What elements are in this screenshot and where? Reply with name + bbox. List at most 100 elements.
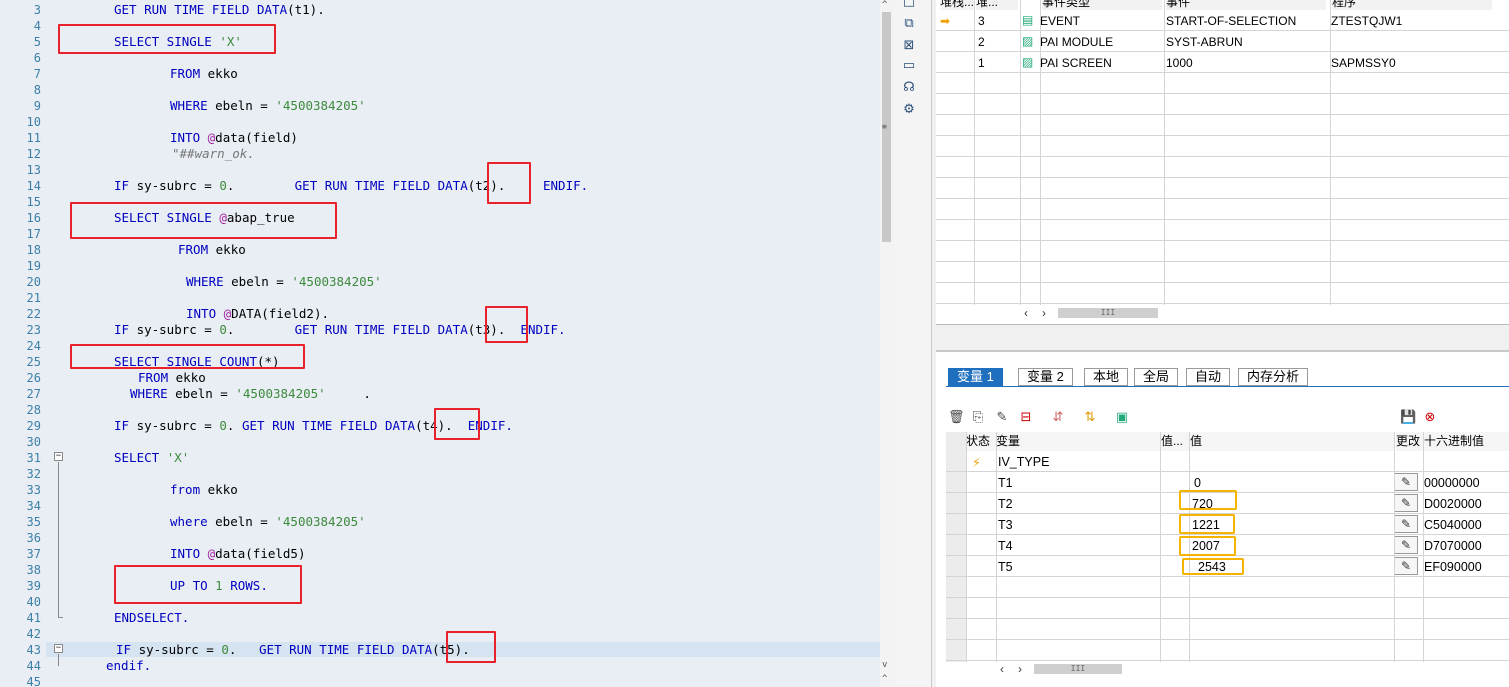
vars-scroll-left[interactable]: ‹ <box>1000 662 1004 676</box>
stack-row[interactable]: ➡ 3 EVENT START-OF-SELECTION ZTESTQJW1 ▤ <box>936 10 1509 31</box>
stack-level: 1 <box>978 56 985 70</box>
pencil-icon[interactable]: ✎ <box>1394 515 1418 533</box>
stack-row[interactable]: 2 PAI MODULE SYST-ABRUN ▨ <box>936 31 1509 52</box>
pencil-icon[interactable]: ✎ <box>1394 557 1418 575</box>
code-line[interactable]: FROM ekko <box>170 66 238 81</box>
edit-icon[interactable]: ✎ <box>994 410 1010 426</box>
vars-scroll-thumb[interactable]: III <box>1034 664 1122 674</box>
tab-0[interactable]: 变量 1 <box>948 368 1003 386</box>
close-icon[interactable]: ⊗ <box>1422 410 1438 426</box>
code-line[interactable]: IF sy-subrc = 0. GET RUN TIME FIELD DATA… <box>116 642 470 657</box>
pencil-icon[interactable]: ✎ <box>1394 494 1418 512</box>
variable-row[interactable] <box>946 577 1509 598</box>
code-token: sy-subrc = <box>138 642 222 657</box>
vars-scroll-right[interactable]: › <box>1018 662 1022 676</box>
code-token: ebeln = <box>175 386 236 401</box>
code-token: "##warn_ok. <box>172 146 255 161</box>
editor-vertical-scrollbar[interactable]: ^ ≡ v ^ <box>880 0 894 687</box>
code-line[interactable]: FROM ekko <box>138 370 206 385</box>
fold-toggle-if[interactable]: − <box>54 644 63 653</box>
fold-toggle-select[interactable]: − <box>54 452 63 461</box>
code-line[interactable]: "##warn_ok. <box>172 146 255 161</box>
pencil-icon[interactable]: ✎ <box>1394 473 1418 491</box>
code-line[interactable]: endif. <box>106 658 151 673</box>
copy-icon[interactable]: ⧉ <box>901 16 917 32</box>
variable-value[interactable]: 0 <box>1194 476 1201 490</box>
code-token: where <box>170 514 216 529</box>
line-number: 39 <box>26 579 41 593</box>
window-icon[interactable]: ▭ <box>901 58 917 74</box>
stack-program: ZTESTQJW1 <box>1331 14 1403 28</box>
new-breakpoint-icon[interactable]: □ <box>901 0 917 10</box>
stack-header-level: 堆栈... <box>940 0 974 10</box>
scroll-up-arrow-2[interactable]: ^ <box>882 674 887 684</box>
tab-4[interactable]: 自动 <box>1186 368 1231 386</box>
stack-scroll-thumb[interactable]: III <box>1058 308 1158 318</box>
stack-row[interactable] <box>936 178 1509 199</box>
code-token: '4500384205' <box>275 98 366 113</box>
export-icon[interactable]: ▣ <box>1114 410 1130 426</box>
code-token: SELECT <box>114 450 167 465</box>
stack-scroll-right[interactable]: › <box>1042 306 1046 320</box>
delete-icon[interactable]: ⊠ <box>901 38 917 54</box>
line-number: 15 <box>26 195 41 209</box>
tab-5[interactable]: 内存分析 <box>1238 368 1309 386</box>
code-token: ebeln = <box>231 274 292 289</box>
line-number: 23 <box>26 323 41 337</box>
code-token: data(field) <box>215 130 298 145</box>
code-line[interactable]: INTO @DATA(field2). <box>186 306 329 321</box>
settings-icon[interactable]: ⚙ <box>901 102 917 118</box>
scroll-up-arrow[interactable]: ^ <box>882 0 887 10</box>
code-line[interactable]: WHERE ebeln = '4500384205' <box>186 274 382 289</box>
code-line[interactable]: where ebeln = '4500384205' <box>170 514 366 529</box>
line-number: 45 <box>26 675 41 687</box>
stack-row[interactable] <box>936 241 1509 262</box>
code-line[interactable]: INTO @data(field5) <box>170 546 305 561</box>
stack-row[interactable] <box>936 262 1509 283</box>
stack-row[interactable] <box>936 157 1509 178</box>
line-number: 22 <box>26 307 41 321</box>
code-line[interactable]: from ekko <box>170 482 238 497</box>
variable-row[interactable] <box>946 640 1509 661</box>
code-line[interactable]: FROM ekko <box>178 242 246 257</box>
stack-row[interactable] <box>936 136 1509 157</box>
code-token: ekko <box>207 66 238 81</box>
code-line[interactable]: SELECT 'X' <box>114 450 189 465</box>
sort-icon[interactable]: ⇵ <box>1050 410 1066 426</box>
line-number: 43 <box>26 643 41 657</box>
code-line[interactable]: GET RUN TIME FIELD DATA(t1). <box>114 2 325 17</box>
stack-row[interactable] <box>936 220 1509 241</box>
line-number: 31 <box>26 451 41 465</box>
stack-program: SAPMSSY0 <box>1331 56 1396 70</box>
scroll-down-arrow[interactable]: v <box>882 660 887 670</box>
code-line[interactable]: WHERE ebeln = '4500384205' <box>170 98 366 113</box>
headset-icon[interactable]: ☊ <box>901 80 917 96</box>
tab-2[interactable]: 本地 <box>1084 368 1129 386</box>
stack-row[interactable]: 1 PAI SCREEN 1000 SAPMSSY0 ▨ <box>936 52 1509 73</box>
code-token: INTO <box>186 306 224 321</box>
filter-icon[interactable]: ⇅ <box>1082 410 1098 426</box>
stack-scroll-left[interactable]: ‹ <box>1024 306 1028 320</box>
remove-icon[interactable]: ⊟ <box>1018 410 1034 426</box>
stack-row[interactable] <box>936 73 1509 94</box>
stack-row[interactable] <box>936 94 1509 115</box>
pencil-icon[interactable]: ✎ <box>1394 536 1418 554</box>
code-line[interactable]: INTO @data(field) <box>170 130 298 145</box>
stack-row[interactable] <box>936 199 1509 220</box>
annotation-box-select-abap-true <box>70 202 337 239</box>
tab-3[interactable]: 全局 <box>1134 368 1179 386</box>
code-line[interactable]: WHERE ebeln = '4500384205' . <box>130 386 371 401</box>
stack-row[interactable] <box>936 115 1509 136</box>
code-editor[interactable]: 3 4 5 6 7 8 9 10 11 12 13 14 15 16 17 18 19 20 21 22 23 24 25 2… <box>0 0 880 687</box>
variable-row[interactable]: ⚡ IV_TYPE <box>946 451 1509 472</box>
variable-row[interactable] <box>946 598 1509 619</box>
trash-icon[interactable]: 🗑 <box>948 410 965 426</box>
line-number: 26 <box>26 371 41 385</box>
lightning-icon: ⚡ <box>972 455 981 470</box>
code-line[interactable]: ENDSELECT. <box>114 610 189 625</box>
stack-row[interactable] <box>936 283 1509 304</box>
save-icon[interactable]: 💾 <box>1400 410 1416 426</box>
import-icon[interactable]: ⎘ <box>970 410 986 426</box>
tab-1[interactable]: 变量 2 <box>1018 368 1073 386</box>
variable-row[interactable] <box>946 619 1509 640</box>
